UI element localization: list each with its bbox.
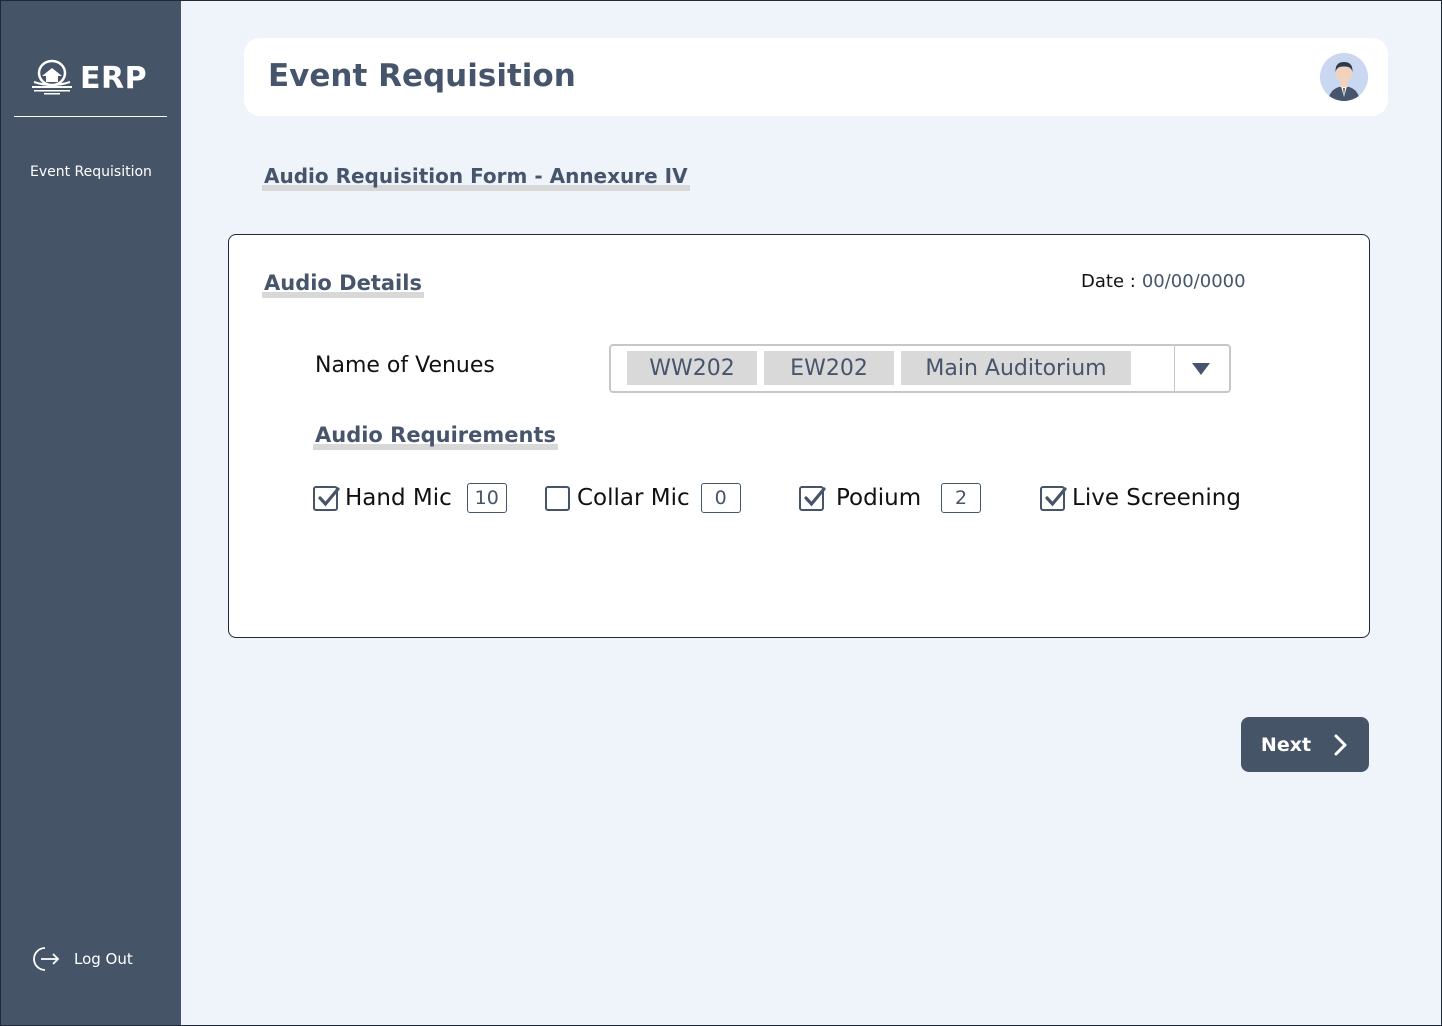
date-label: Date : bbox=[1081, 271, 1136, 292]
logout-button[interactable]: Log Out bbox=[30, 944, 133, 974]
sidebar: ERP Event Requisition Log Out bbox=[0, 0, 181, 1026]
page-header: Event Requisition bbox=[244, 38, 1388, 116]
checkmark-icon bbox=[318, 486, 340, 506]
requirement-label: Collar Mic bbox=[577, 485, 690, 511]
requirement-label: Live Screening bbox=[1072, 485, 1241, 511]
sidebar-item-event-requisition[interactable]: Event Requisition bbox=[30, 164, 152, 180]
requirement-hand-mic: Hand Mic 10 bbox=[313, 483, 507, 513]
section-title-text: Audio Requirements bbox=[313, 423, 558, 450]
venues-label: Name of Venues bbox=[315, 353, 495, 378]
requirement-podium: Podium 2 bbox=[799, 483, 982, 513]
form-title-text: Audio Requisition Form - Annexure IV bbox=[262, 164, 690, 191]
requirement-live-screening: Live Screening bbox=[1040, 483, 1241, 513]
section-title-audio-requirements: Audio Requirements bbox=[313, 423, 558, 450]
dropdown-separator bbox=[1174, 346, 1175, 391]
collar-mic-checkbox[interactable] bbox=[545, 485, 570, 511]
form-title: Audio Requisition Form - Annexure IV bbox=[262, 164, 690, 191]
logo-text: ERP bbox=[80, 60, 148, 96]
requirement-label: Hand Mic bbox=[345, 485, 452, 511]
dropdown-arrow-icon[interactable] bbox=[1191, 362, 1211, 376]
chevron-right-icon bbox=[1334, 734, 1347, 755]
erp-logo[interactable]: ERP bbox=[30, 58, 160, 98]
venues-multiselect[interactable]: WW202 EW202 Main Auditorium bbox=[609, 344, 1231, 393]
checkmark-icon bbox=[804, 486, 826, 506]
venue-chip[interactable]: Main Auditorium bbox=[901, 351, 1131, 385]
institute-logo-icon bbox=[32, 59, 72, 95]
podium-quantity[interactable]: 2 bbox=[941, 483, 982, 513]
requirement-label: Podium bbox=[836, 485, 922, 511]
podium-checkbox[interactable] bbox=[799, 485, 826, 511]
section-title-audio-details: Audio Details bbox=[262, 271, 424, 298]
logout-label: Log Out bbox=[74, 950, 133, 968]
next-button[interactable]: Next bbox=[1241, 717, 1369, 772]
date-display: Date :00/00/0000 bbox=[1081, 271, 1246, 292]
page-title: Event Requisition bbox=[268, 58, 576, 94]
logout-icon bbox=[33, 947, 60, 971]
venue-chip[interactable]: EW202 bbox=[764, 351, 894, 385]
next-button-label: Next bbox=[1260, 733, 1312, 756]
user-avatar[interactable] bbox=[1320, 53, 1368, 101]
sidebar-divider bbox=[14, 116, 167, 117]
collar-mic-quantity[interactable]: 0 bbox=[700, 483, 741, 513]
audio-details-card: Audio Details Date :00/00/0000 Name of V… bbox=[228, 234, 1370, 638]
checkmark-icon bbox=[1045, 486, 1067, 506]
requirement-collar-mic: Collar Mic 0 bbox=[545, 483, 741, 513]
live-screening-checkbox[interactable] bbox=[1040, 485, 1067, 511]
section-title-text: Audio Details bbox=[262, 271, 424, 298]
hand-mic-quantity[interactable]: 10 bbox=[466, 483, 507, 513]
date-value: 00/00/0000 bbox=[1141, 271, 1246, 292]
venue-chip[interactable]: WW202 bbox=[627, 351, 757, 385]
user-avatar-icon bbox=[1320, 53, 1368, 101]
hand-mic-checkbox[interactable] bbox=[313, 485, 340, 511]
